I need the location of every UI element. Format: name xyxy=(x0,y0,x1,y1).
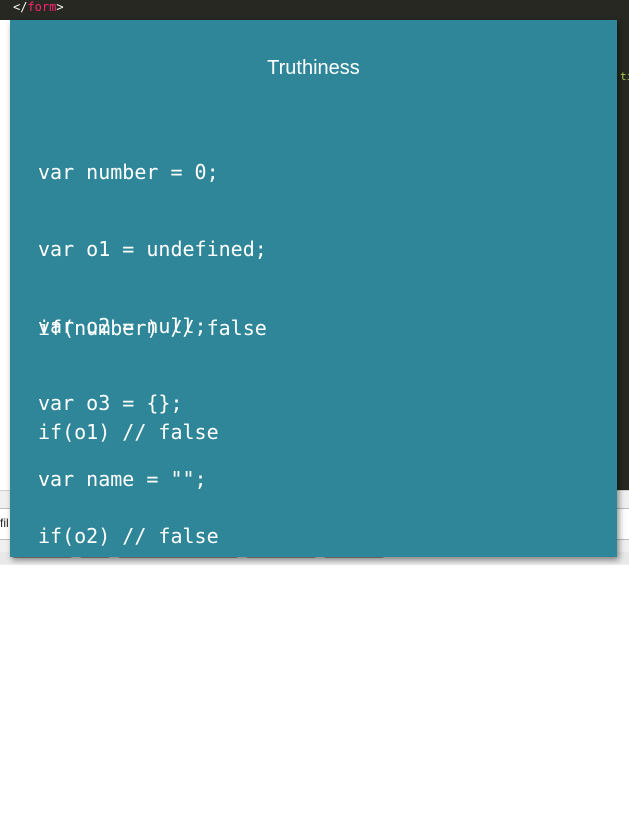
editor-right-fragment: ti xyxy=(620,70,629,83)
code-line: if(o2) // false xyxy=(38,524,219,548)
editor-code-line: </form> xyxy=(13,0,64,14)
checks-block: if(number) // false if(o1) // false if(o… xyxy=(38,263,267,835)
code-line: if(number) // false xyxy=(38,316,267,340)
code-line: if(name) // false xyxy=(38,628,243,652)
editor-code-open: </ xyxy=(13,0,28,14)
code-line: var number = 0; xyxy=(38,160,219,185)
code-line: var o1 = undefined; xyxy=(38,236,267,261)
editor-code-close: > xyxy=(56,0,64,14)
code-line: if(o3) // true xyxy=(38,732,207,756)
slide-card: Truthiness var number = 0; var o1 = unde… xyxy=(10,20,617,756)
editor-code-tag: form xyxy=(27,0,57,14)
slide-title: Truthiness xyxy=(267,57,360,79)
background-field-label: fil xyxy=(0,516,9,530)
editor-top-bar: </form> xyxy=(0,0,629,20)
code-line: if(o1) // false xyxy=(38,420,219,444)
